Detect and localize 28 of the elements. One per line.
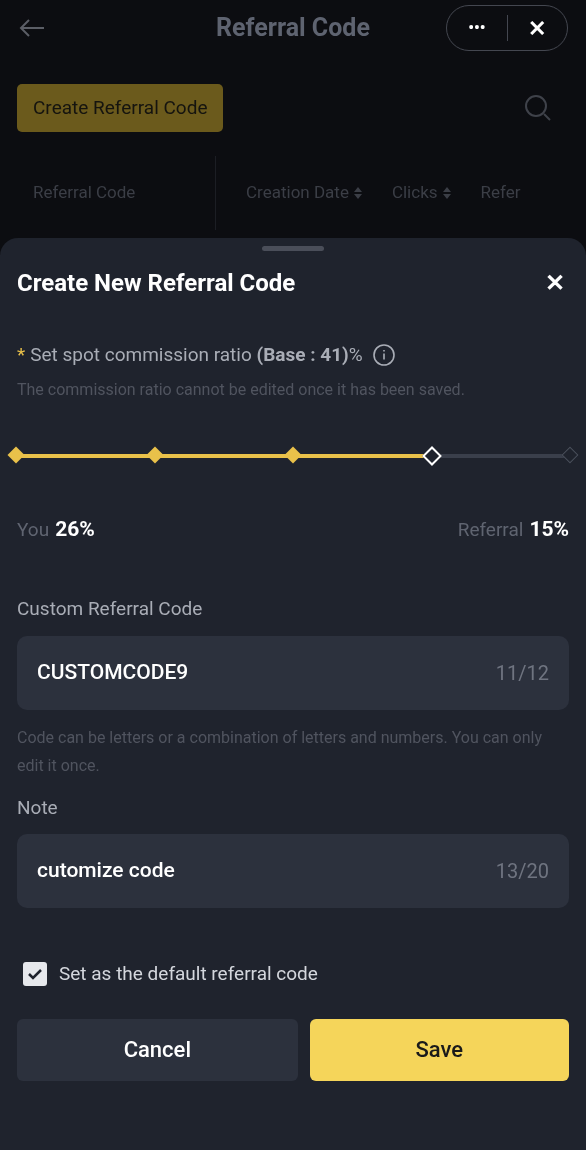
drag-handle[interactable] — [262, 246, 324, 251]
field-label: Custom Referral Code — [16, 596, 204, 622]
more-button[interactable]: ••• — [447, 16, 507, 40]
field-value: cutomize code — [37, 857, 175, 885]
sort-icon — [442, 186, 451, 200]
character-count: 11/12 — [495, 659, 549, 687]
character-count: 13/20 — [495, 858, 549, 885]
info-icon[interactable] — [372, 344, 395, 367]
field-label: Note — [16, 794, 59, 821]
field-value: CUSTOMCODE9 — [37, 658, 189, 686]
required-mark: * — [17, 342, 26, 368]
referral-label: Referral — [457, 516, 524, 543]
checkbox-label: Set as the default referral code — [59, 961, 318, 987]
sort-icon — [353, 186, 362, 200]
cancel-button[interactable]: Cancel — [17, 1018, 298, 1081]
sheet-title: Create New Referral Code — [17, 268, 296, 299]
page-title: Referral Code — [215, 12, 371, 45]
back-arrow-icon[interactable] — [18, 18, 46, 38]
commission-label: Set spot commission ratio (Base : 41)% — [30, 342, 363, 368]
referral-value: 15% — [529, 515, 569, 543]
you-value: 26% — [55, 515, 95, 543]
close-button[interactable]: ✕ — [545, 265, 565, 301]
you-label: You — [17, 516, 50, 543]
text-field[interactable]: CUSTOMCODE9 11/12 — [17, 635, 569, 710]
text-field[interactable]: cutomize code 13/20 — [17, 834, 569, 908]
checkbox[interactable] — [23, 962, 47, 987]
close-button[interactable]: ✕ — [507, 11, 567, 45]
save-button[interactable]: Save — [309, 1018, 569, 1081]
